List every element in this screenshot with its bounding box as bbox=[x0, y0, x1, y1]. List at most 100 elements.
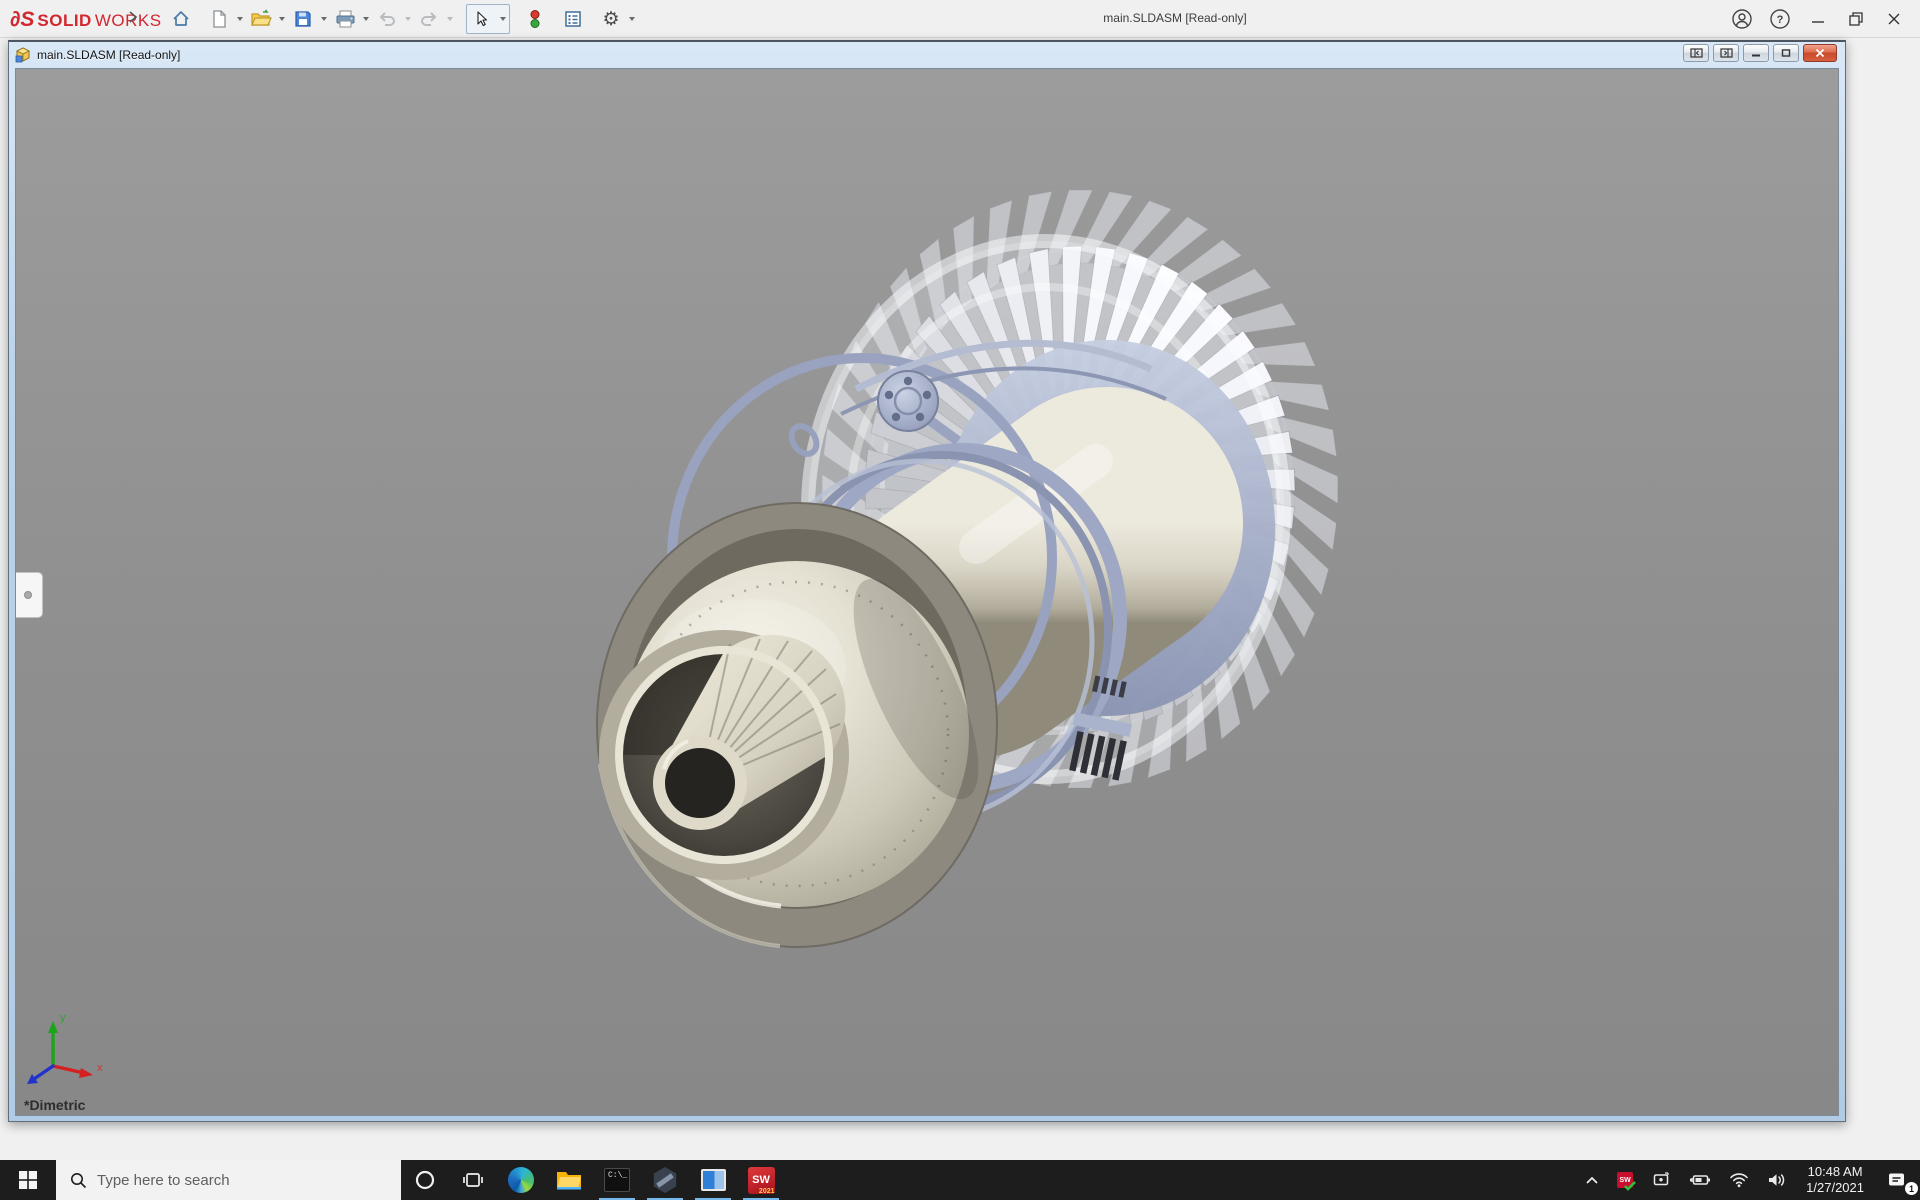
close-icon bbox=[1888, 13, 1900, 25]
power-tray-button[interactable] bbox=[1680, 1160, 1720, 1200]
open-folder-icon bbox=[251, 9, 272, 26]
connect-display-icon bbox=[1653, 1172, 1669, 1186]
orientation-triad: y x bbox=[27, 1012, 103, 1084]
main-toolbar: ⚙ bbox=[166, 3, 638, 35]
undo-icon bbox=[379, 12, 395, 26]
print-dropdown[interactable] bbox=[360, 4, 372, 34]
hexagon-app-icon bbox=[653, 1167, 677, 1193]
file-properties-button[interactable] bbox=[558, 4, 588, 34]
help-button[interactable]: ? bbox=[1766, 5, 1794, 33]
jet-engine-model[interactable] bbox=[16, 69, 1839, 1116]
notification-badge: 1 bbox=[1905, 1182, 1918, 1195]
search-icon bbox=[71, 1172, 87, 1188]
task-view-icon bbox=[463, 1173, 483, 1187]
app-title: main.SLDASM [Read-only] bbox=[1103, 11, 1247, 25]
rebuild-button[interactable] bbox=[520, 4, 550, 34]
close-button[interactable] bbox=[1880, 5, 1908, 33]
print-icon bbox=[336, 10, 354, 28]
viewport-3d[interactable]: y x *Dimetric bbox=[15, 68, 1839, 1116]
cortana-icon bbox=[415, 1170, 435, 1190]
tray-expand-button[interactable] bbox=[1576, 1160, 1608, 1200]
print-button[interactable] bbox=[330, 4, 360, 34]
speaker-icon bbox=[1769, 1174, 1785, 1186]
undo-button[interactable] bbox=[372, 4, 402, 34]
redo-icon bbox=[421, 12, 437, 26]
cursor-icon bbox=[477, 11, 488, 27]
doc-restore-icon bbox=[1781, 49, 1791, 57]
wifi-tray-button[interactable] bbox=[1720, 1160, 1758, 1200]
save-icon bbox=[295, 11, 311, 27]
help-icon: ? bbox=[1770, 9, 1790, 29]
volume-tray-button[interactable] bbox=[1758, 1160, 1796, 1200]
display-pane-left-button[interactable] bbox=[1683, 44, 1709, 62]
tray-time: 10:48 AM bbox=[1807, 1164, 1863, 1179]
taskbar-search[interactable] bbox=[56, 1160, 401, 1200]
collapsed-panel-tab[interactable] bbox=[16, 572, 43, 618]
triad-y-label: y bbox=[60, 1012, 66, 1024]
options-dropdown[interactable] bbox=[626, 4, 638, 34]
home-button[interactable] bbox=[166, 4, 196, 34]
redo-dropdown[interactable] bbox=[444, 4, 456, 34]
assembly-document-icon bbox=[15, 47, 30, 63]
doc-minimize-button[interactable] bbox=[1743, 44, 1769, 62]
redo-button[interactable] bbox=[414, 4, 444, 34]
new-document-icon bbox=[213, 10, 226, 28]
hexagon-app-button[interactable] bbox=[641, 1160, 689, 1200]
clock[interactable]: 10:48 AM 1/27/2021 bbox=[1796, 1160, 1874, 1200]
minimize-icon bbox=[1812, 21, 1824, 23]
save-dropdown[interactable] bbox=[318, 4, 330, 34]
window-app-button[interactable] bbox=[689, 1160, 737, 1200]
doc-close-icon bbox=[1815, 48, 1825, 58]
solidworks-logo-icon: ∂S bbox=[10, 8, 35, 31]
new-document-dropdown[interactable] bbox=[234, 4, 246, 34]
minimize-button[interactable] bbox=[1804, 5, 1832, 33]
app-window-controls: ? bbox=[1728, 3, 1908, 35]
restore-button[interactable] bbox=[1842, 5, 1870, 33]
options-button[interactable]: ⚙ bbox=[596, 4, 626, 34]
start-button[interactable] bbox=[0, 1160, 56, 1200]
view-orientation-label: *Dimetric bbox=[24, 1097, 86, 1113]
doc-close-button[interactable] bbox=[1803, 44, 1837, 62]
svg-text:?: ? bbox=[1777, 14, 1784, 26]
pane-left-icon bbox=[1689, 48, 1703, 58]
action-center-button[interactable]: 1 bbox=[1874, 1160, 1920, 1200]
command-prompt-icon: C:\_ bbox=[604, 1168, 630, 1192]
select-tool-dropdown[interactable] bbox=[497, 4, 509, 34]
new-document-button[interactable] bbox=[204, 4, 234, 34]
menu-expand-arrow-icon[interactable] bbox=[128, 10, 142, 28]
rebuild-traffic-light-icon bbox=[530, 10, 540, 28]
edge-icon bbox=[508, 1167, 534, 1193]
tray-date: 1/27/2021 bbox=[1806, 1180, 1864, 1195]
connect-display-tray-button[interactable] bbox=[1642, 1160, 1680, 1200]
open-dropdown[interactable] bbox=[276, 4, 288, 34]
select-tool-button[interactable] bbox=[467, 4, 497, 34]
edge-button[interactable] bbox=[497, 1160, 545, 1200]
window-app-icon bbox=[700, 1169, 726, 1191]
task-view-button[interactable] bbox=[449, 1160, 497, 1200]
chevron-up-icon bbox=[1586, 1176, 1598, 1184]
document-window: main.SLDASM [Read-only] y x *Dimetric bbox=[8, 40, 1846, 1122]
account-button[interactable] bbox=[1728, 5, 1756, 33]
solidworks-taskbar-button[interactable]: SW 2021 bbox=[737, 1160, 785, 1200]
undo-dropdown[interactable] bbox=[402, 4, 414, 34]
document-titlebar[interactable]: main.SLDASM [Read-only] bbox=[15, 42, 1839, 68]
solidworks-monitor-tray-button[interactable]: SW bbox=[1608, 1160, 1642, 1200]
triad-x-label: x bbox=[97, 1062, 103, 1074]
command-prompt-button[interactable]: C:\_ bbox=[593, 1160, 641, 1200]
file-properties-icon bbox=[565, 11, 581, 27]
save-button[interactable] bbox=[288, 4, 318, 34]
file-explorer-button[interactable] bbox=[545, 1160, 593, 1200]
file-explorer-icon bbox=[557, 1172, 581, 1190]
doc-restore-button[interactable] bbox=[1773, 44, 1799, 62]
account-icon bbox=[1732, 9, 1752, 29]
solidworks-check-icon: SW bbox=[1617, 1172, 1637, 1191]
restore-icon bbox=[1849, 12, 1863, 26]
cortana-button[interactable] bbox=[401, 1160, 449, 1200]
notification-icon bbox=[1889, 1173, 1904, 1186]
document-title: main.SLDASM [Read-only] bbox=[37, 48, 181, 62]
open-button[interactable] bbox=[246, 4, 276, 34]
search-input[interactable] bbox=[97, 1171, 357, 1189]
home-icon bbox=[173, 11, 189, 26]
display-pane-right-button[interactable] bbox=[1713, 44, 1739, 62]
battery-plug-icon bbox=[1690, 1175, 1711, 1185]
